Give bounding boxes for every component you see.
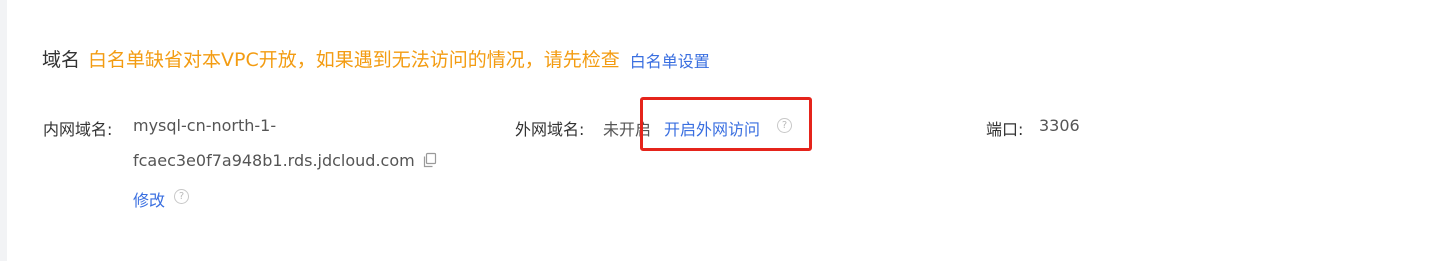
section-title: 域名 bbox=[42, 48, 81, 71]
highlight-annotation-box bbox=[640, 97, 812, 151]
external-domain-label: 外网域名: bbox=[515, 120, 585, 139]
copy-icon[interactable] bbox=[422, 152, 438, 168]
internal-domain-label: 内网域名: bbox=[43, 120, 113, 139]
left-rail bbox=[0, 0, 7, 261]
internal-domain-value-line2: fcaec3e0f7a948b1.rds.jdcloud.com bbox=[133, 151, 415, 170]
port-value: 3306 bbox=[1039, 116, 1080, 135]
internal-domain-value-line1: mysql-cn-north-1- bbox=[133, 116, 277, 135]
whitelist-notice: 白名单缺省对本VPC开放，如果遇到无法访问的情况，请先检查 bbox=[88, 48, 620, 71]
port-label: 端口: bbox=[986, 120, 1024, 139]
modify-domain-link[interactable]: 修改 bbox=[133, 187, 165, 211]
modify-help-icon[interactable]: ? bbox=[174, 189, 189, 204]
page: 域名 白名单缺省对本VPC开放，如果遇到无法访问的情况，请先检查 白名单设置 内… bbox=[0, 0, 1443, 261]
whitelist-settings-link[interactable]: 白名单设置 bbox=[630, 48, 710, 72]
domain-section-header: 域名 白名单缺省对本VPC开放，如果遇到无法访问的情况，请先检查 白名单设置 bbox=[42, 44, 710, 72]
